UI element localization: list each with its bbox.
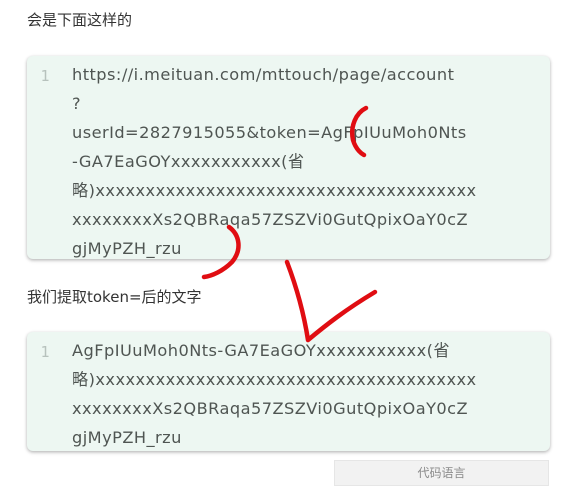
- token-code-block: 1 AgFpIUuMoh0Nts-GA7EaGOYxxxxxxxxxxx(省 略…: [27, 332, 550, 451]
- code-line: ?: [72, 94, 82, 113]
- code-line: https://i.meituan.com/mttouch/page/accou…: [72, 65, 455, 84]
- intro-paragraph: 会是下面这样的: [27, 11, 133, 29]
- line-number: 1: [40, 67, 50, 85]
- line-number: 1: [40, 343, 50, 361]
- url-code-text: https://i.meituan.com/mttouch/page/accou…: [72, 60, 547, 259]
- token-code-text: AgFpIUuMoh0Nts-GA7EaGOYxxxxxxxxxxx(省 略)x…: [72, 336, 547, 451]
- code-line: xxxxxxxxXs2QBRaqa57ZSZVi0GutQpixOaY0cZ: [72, 210, 469, 229]
- code-language-button[interactable]: 代码语言: [334, 460, 549, 486]
- down-arrow-mark: [284, 259, 378, 343]
- extract-paragraph: 我们提取token=后的文字: [27, 288, 202, 306]
- code-line: gjMyPZH_rzu: [72, 239, 182, 258]
- code-line: xxxxxxxxXs2QBRaqa57ZSZVi0GutQpixOaY0cZ: [72, 399, 469, 418]
- url-code-block: 1 https://i.meituan.com/mttouch/page/acc…: [27, 56, 550, 259]
- code-line: 略)xxxxxxxxxxxxxxxxxxxxxxxxxxxxxxxxxxxxxx: [72, 370, 477, 389]
- code-line: gjMyPZH_rzu: [72, 428, 182, 447]
- code-line: userId=2827915055&token=AgFpIUuMoh0Nts: [72, 123, 467, 142]
- code-line: -GA7EaGOYxxxxxxxxxxx(省: [72, 152, 305, 171]
- code-line: AgFpIUuMoh0Nts-GA7EaGOYxxxxxxxxxxx(省: [72, 341, 450, 360]
- code-line: 略)xxxxxxxxxxxxxxxxxxxxxxxxxxxxxxxxxxxxxx: [72, 181, 477, 200]
